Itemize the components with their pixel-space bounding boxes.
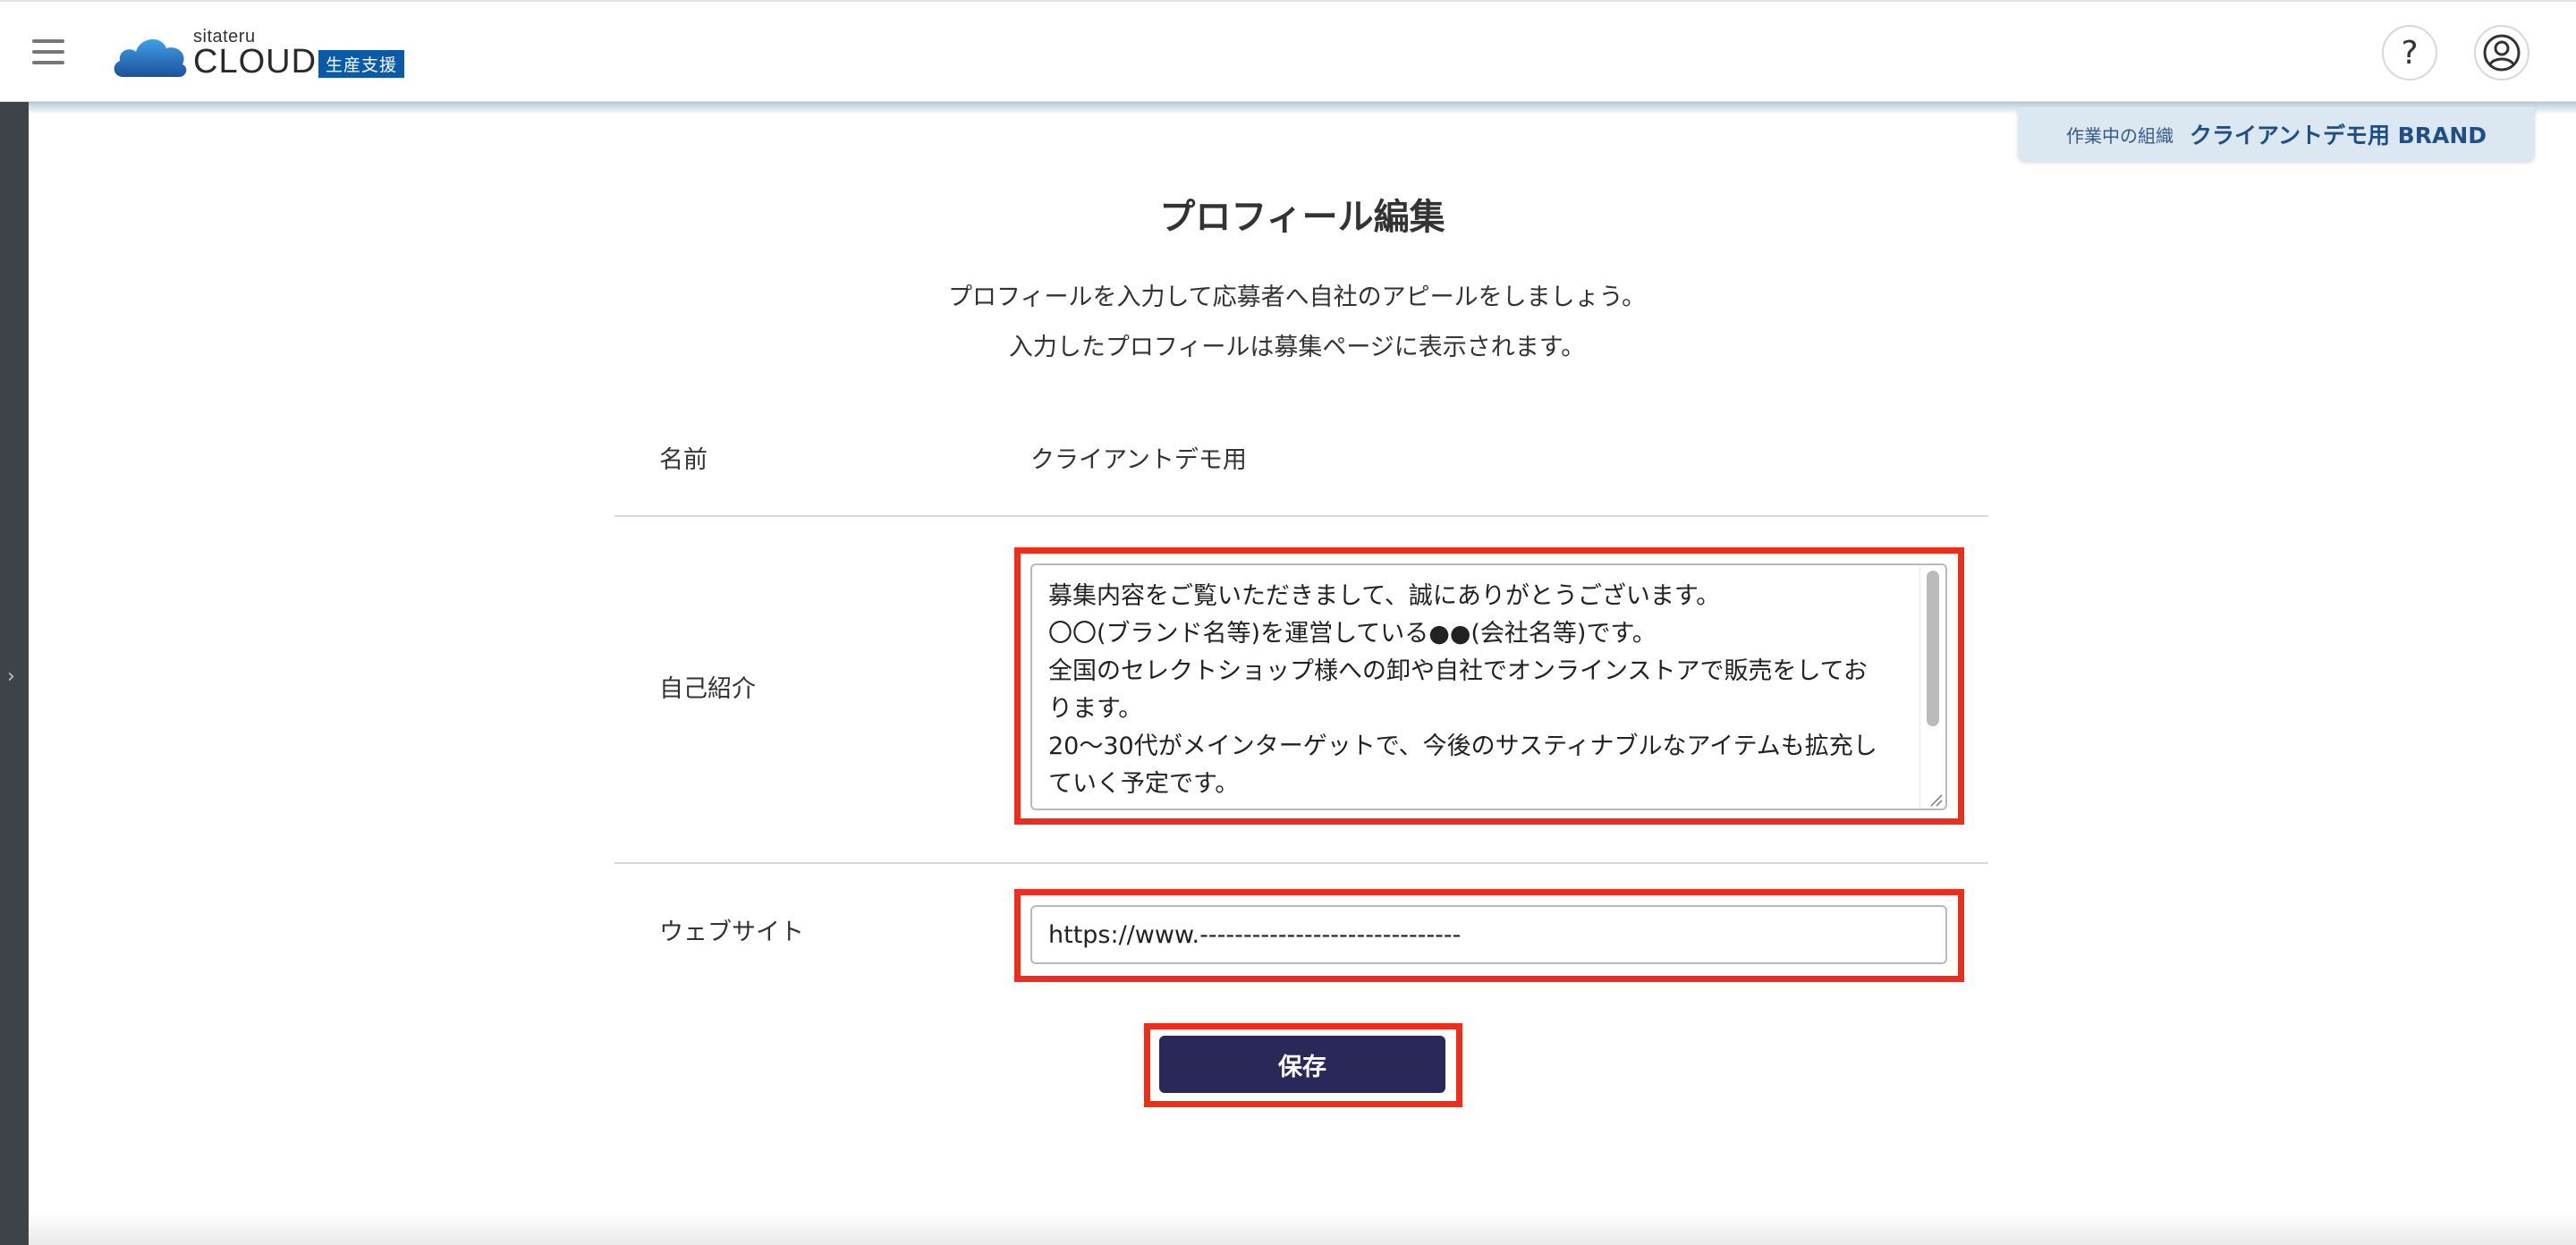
org-name: クライアントデモ用 BRAND [2189, 123, 2487, 148]
chevron-right-icon[interactable]: › [7, 665, 15, 688]
hamburger-icon[interactable] [32, 39, 68, 66]
top-header: sitateru CLOUD 生産支援 ? [0, 0, 2576, 102]
user-menu-button[interactable] [2474, 25, 2529, 80]
help-button[interactable]: ? [2382, 25, 2437, 80]
name-value: クライアントデモ用 [1030, 446, 1247, 474]
page-description-line1: プロフィールを入力して応募者へ自社のアピールをしましょう。 [947, 284, 1647, 311]
intro-label: 自己紹介 [659, 675, 756, 703]
resize-handle-icon[interactable] [1928, 792, 1943, 807]
scrollbar-thumb[interactable] [1927, 571, 1939, 726]
intro-line: ていく予定です。 [1048, 770, 1240, 798]
user-circle-icon [2483, 34, 2521, 72]
intro-line: 〇〇(ブランド名等)を運営している●●(会社名等)です。 [1048, 620, 1657, 648]
website-input[interactable]: https://www.----------------------------… [1030, 905, 1947, 964]
page-description-line2: 入力したプロフィールは募集ページに表示されます。 [1008, 334, 1586, 361]
intro-line: ります。 [1048, 695, 1143, 723]
save-button[interactable]: 保存 [1159, 1036, 1445, 1093]
cloud-logo-icon [114, 38, 187, 77]
logo-big-text: CLOUD [193, 43, 318, 80]
intro-line: 募集内容をご覧いただきまして、誠にありがとうございます。 [1048, 582, 1721, 610]
intro-line: 全国のセレクトショップ様への卸や自社でオンラインストアで販売をしてお [1048, 657, 1868, 685]
bottom-shade [29, 1213, 2576, 1245]
side-rail: › [0, 102, 29, 1245]
name-label: 名前 [659, 446, 708, 474]
org-label: 作業中の組織 [2065, 124, 2174, 147]
intro-scrollbar[interactable] [1919, 567, 1945, 807]
active-organization-badge: 作業中の組織 クライアントデモ用 BRAND [2018, 107, 2535, 161]
question-icon: ? [2401, 34, 2419, 72]
website-value: https://www.----------------------------… [1048, 920, 1462, 949]
intro-line: 20〜30代がメインターゲットで、今後のサスティナブルなアイテムも拡充し [1048, 733, 1877, 760]
intro-textarea[interactable]: 募集内容をご覧いただきまして、誠にありがとうございます。 〇〇(ブランド名等)を… [1030, 563, 1947, 810]
name-row: 名前 クライアントデモ用 [614, 411, 1988, 517]
website-label: ウェブサイト [659, 919, 804, 946]
page-title: プロフィール編集 [1159, 197, 1445, 238]
logo-tag: 生産支援 [318, 50, 405, 78]
app-logo[interactable]: sitateru CLOUD 生産支援 [111, 27, 415, 80]
